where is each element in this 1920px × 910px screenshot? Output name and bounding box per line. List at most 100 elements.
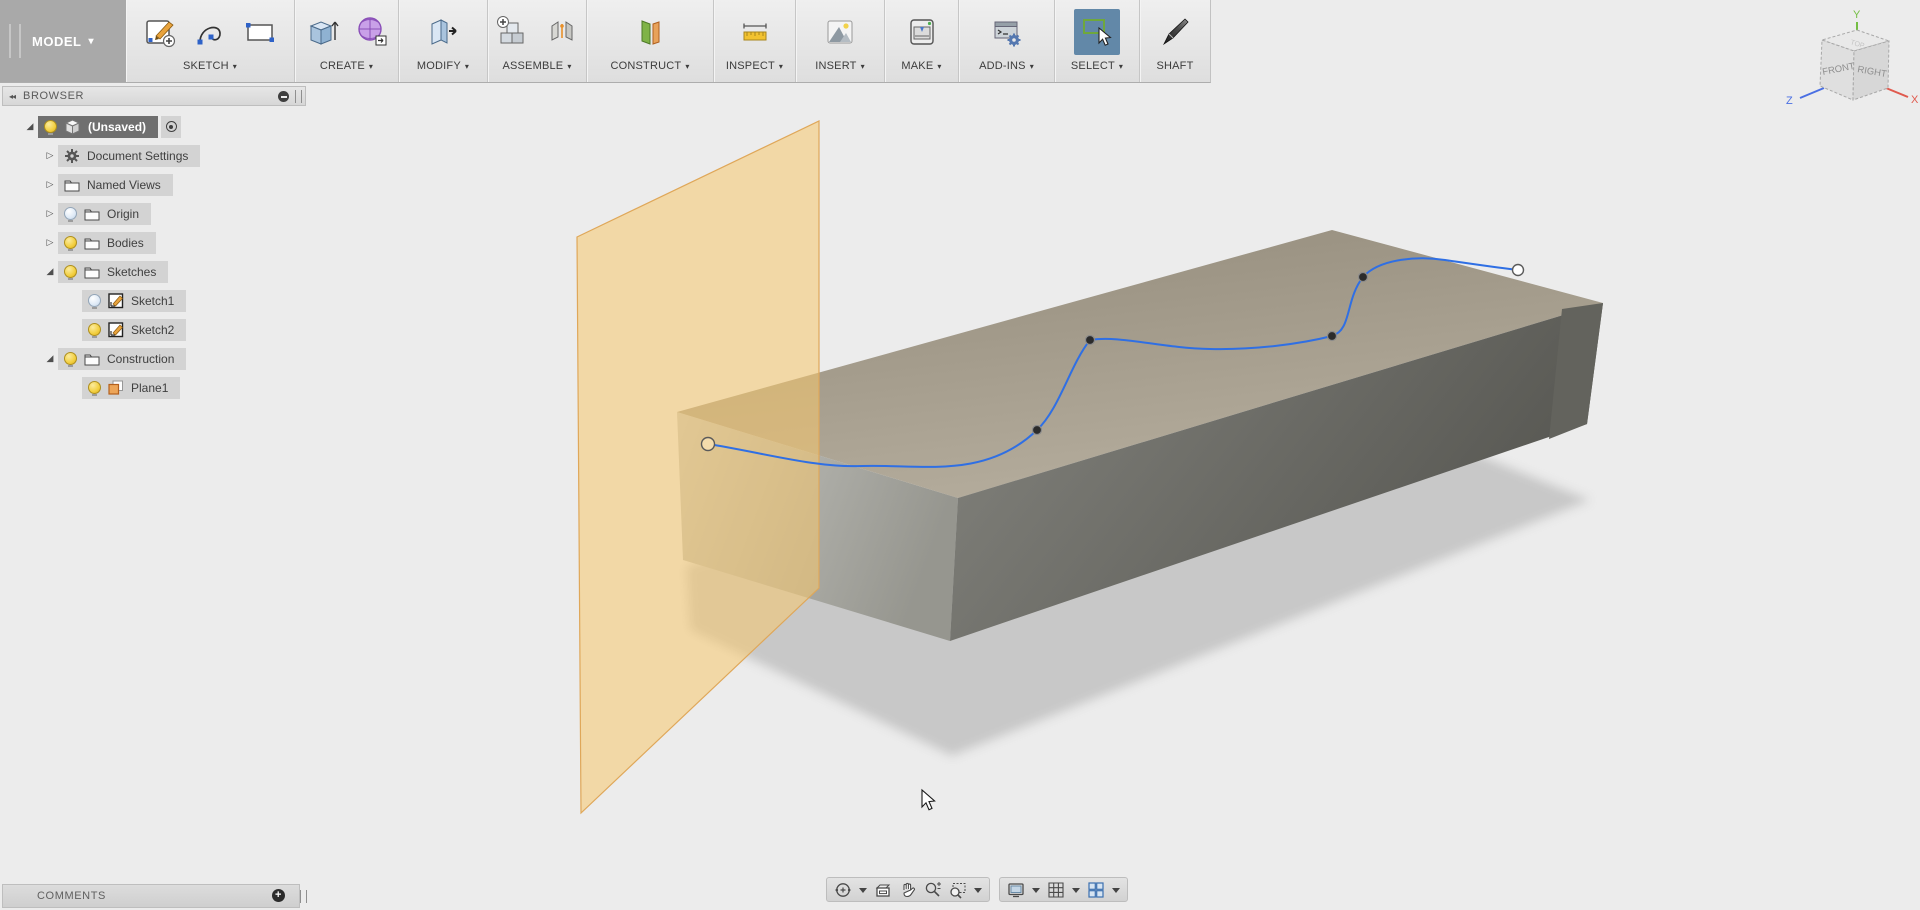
tree-row-label[interactable]: Sketch1 [131, 294, 174, 308]
toolbar-group-label[interactable]: ADD-INS [979, 60, 1026, 72]
axis-z-label: Z [1786, 95, 1793, 107]
workspace-selector[interactable]: MODEL ▾ [0, 0, 126, 82]
scripts-addins-icon[interactable] [989, 14, 1025, 50]
expander-icon[interactable]: ◢ [22, 121, 38, 132]
visibility-bulb-icon[interactable] [44, 120, 57, 133]
chevron-down-icon[interactable] [859, 887, 867, 893]
expander-icon[interactable]: ▷ [42, 237, 58, 248]
toolbar-group-label[interactable]: INSERT [815, 60, 856, 72]
viewports-icon[interactable] [1087, 881, 1105, 899]
chevron-down-icon[interactable] [974, 887, 982, 893]
toolbar-group-label[interactable]: SKETCH [183, 60, 229, 72]
pan-icon[interactable] [899, 881, 917, 899]
activate-component-radio[interactable] [161, 116, 181, 138]
toolbar-group-label[interactable]: CONSTRUCT [610, 60, 681, 72]
tree-row-label[interactable]: Bodies [107, 236, 144, 250]
toolbar-group-label[interactable]: ASSEMBLE [502, 60, 563, 72]
spline-start-point[interactable] [702, 438, 715, 451]
tree-row-root[interactable]: ◢ (Unsaved) [2, 112, 306, 141]
panel-resize-grip[interactable] [300, 890, 307, 903]
tree-row-label[interactable]: Document Settings [87, 149, 188, 163]
zoom-icon[interactable] [924, 881, 942, 899]
tree-row-sketches[interactable]: ◢ Sketches [2, 257, 306, 286]
chevron-down-icon[interactable] [1112, 887, 1120, 893]
visibility-bulb-icon[interactable] [64, 236, 77, 249]
grid-icon[interactable] [1047, 881, 1065, 899]
viewcube[interactable]: TOP FRONT RIGHT Y Z X [1786, 9, 1919, 107]
expander-icon[interactable]: ▷ [42, 150, 58, 161]
select-tool-icon[interactable] [1079, 14, 1115, 50]
expander-icon[interactable]: ◢ [42, 353, 58, 364]
tree-row-label[interactable]: Plane1 [131, 381, 168, 395]
spline-fit-point[interactable] [1328, 332, 1337, 341]
chevron-down-icon[interactable] [1032, 887, 1040, 893]
zoom-window-icon[interactable] [949, 881, 967, 899]
tree-row-label[interactable]: (Unsaved) [88, 120, 146, 134]
tree-row-label[interactable]: Construction [107, 352, 174, 366]
toolbar-group-insert: INSERT▾ [796, 0, 885, 82]
tree-row-document-settings[interactable]: ▷ Document Settings [2, 141, 306, 170]
tree-row-named-views[interactable]: ▷ Named Views [2, 170, 306, 199]
expander-icon[interactable]: ▷ [42, 208, 58, 219]
toolbar-grip[interactable] [9, 24, 21, 58]
toolbar-group-modify: MODIFY▾ [399, 0, 488, 82]
panel-options-icon[interactable] [278, 91, 289, 102]
visibility-bulb-icon[interactable] [88, 323, 101, 336]
visibility-bulb-icon[interactable] [64, 265, 77, 278]
toolbar-group-label[interactable]: MAKE [901, 60, 933, 72]
construction-plane[interactable] [577, 121, 819, 813]
toolbar-group-assemble: ASSEMBLE▾ [488, 0, 587, 82]
spline-end-point[interactable] [1513, 265, 1524, 276]
spline-fit-point[interactable] [1359, 273, 1368, 282]
toolbar-group-label[interactable]: MODIFY [417, 60, 461, 72]
panel-resize-grip[interactable] [295, 90, 302, 103]
gear-icon [64, 148, 80, 164]
measure-icon[interactable] [737, 14, 773, 50]
tree-row-sketch1[interactable]: Sketch1 [2, 286, 306, 315]
display-settings-icon[interactable] [1007, 881, 1025, 899]
visibility-bulb-icon[interactable] [64, 352, 77, 365]
spline-tool-icon[interactable] [192, 14, 228, 50]
tree-row-label[interactable]: Named Views [87, 178, 161, 192]
chevron-down-icon[interactable] [1072, 887, 1080, 893]
toolbar-group-label[interactable]: INSPECT [726, 60, 775, 72]
tree-row-label[interactable]: Sketches [107, 265, 156, 279]
orbit-icon[interactable] [834, 881, 852, 899]
tree-row-plane1[interactable]: Plane1 [2, 373, 306, 402]
spline-fit-point[interactable] [1086, 336, 1095, 345]
toolbar-group-label[interactable]: SHAFT [1156, 60, 1193, 72]
nav-group-display [999, 877, 1128, 902]
rectangle-tool-icon[interactable] [242, 14, 278, 50]
visibility-bulb-icon[interactable] [64, 207, 77, 220]
tree-row-sketch2[interactable]: Sketch2 [2, 315, 306, 344]
new-component-icon[interactable] [494, 14, 530, 50]
mouse-cursor [922, 790, 935, 810]
spline-fit-point[interactable] [1033, 426, 1042, 435]
comments-bar[interactable]: COMMENTS + [2, 884, 300, 908]
expander-icon[interactable]: ▷ [42, 179, 58, 190]
extrude-icon[interactable] [304, 14, 340, 50]
visibility-bulb-icon[interactable] [88, 294, 101, 307]
expander-icon[interactable]: ◢ [42, 266, 58, 277]
press-pull-icon[interactable] [425, 14, 461, 50]
toolbar-group-label[interactable]: SELECT [1071, 60, 1115, 72]
collapse-panel-icon[interactable]: ◂◂ [9, 92, 15, 101]
construct-plane-icon[interactable] [632, 14, 668, 50]
form-icon[interactable] [354, 14, 390, 50]
insert-image-icon[interactable] [822, 14, 858, 50]
joint-icon[interactable] [544, 14, 580, 50]
toolbar-group-label[interactable]: CREATE [320, 60, 365, 72]
shaft-tool-icon[interactable] [1157, 14, 1193, 50]
tree-row-label[interactable]: Sketch2 [131, 323, 174, 337]
tree-row-bodies[interactable]: ▷ Bodies [2, 228, 306, 257]
create-sketch-icon[interactable] [142, 14, 178, 50]
visibility-bulb-icon[interactable] [88, 381, 101, 394]
add-comment-icon[interactable]: + [272, 889, 285, 902]
tree-row-label[interactable]: Origin [107, 207, 139, 221]
3d-print-icon[interactable] [904, 14, 940, 50]
look-at-icon[interactable] [874, 881, 892, 899]
tree-row-origin[interactable]: ▷ Origin [2, 199, 306, 228]
browser-header[interactable]: ◂◂ BROWSER [2, 86, 306, 106]
active-tool-highlight [1074, 9, 1120, 55]
tree-row-construction[interactable]: ◢ Construction [2, 344, 306, 373]
